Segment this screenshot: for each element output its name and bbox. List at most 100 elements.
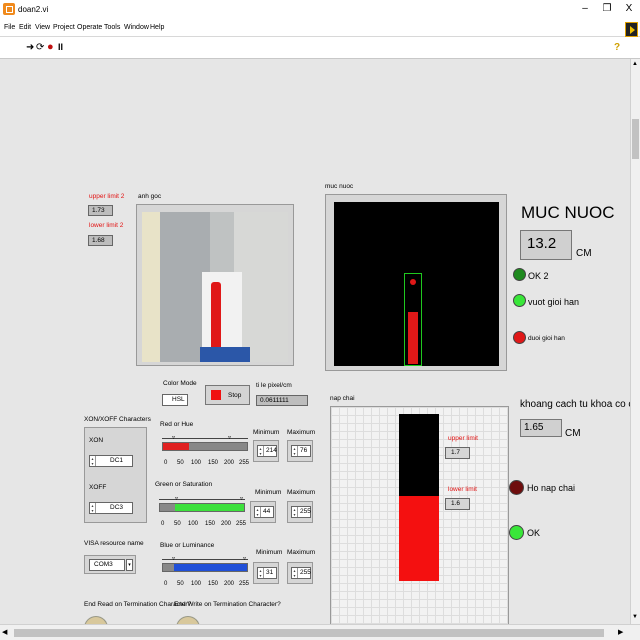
lum-tick-50: 50 bbox=[177, 581, 184, 587]
hue-min-control[interactable]: ▴ ▾ 214 bbox=[257, 445, 277, 457]
sat-max-control[interactable]: ▴ ▾ 255 bbox=[291, 506, 311, 518]
menu-edit[interactable]: Edit bbox=[19, 24, 31, 31]
bottle-shape bbox=[211, 282, 221, 357]
scroll-left-icon[interactable]: ◀ bbox=[2, 628, 7, 636]
xon-control[interactable]: ▴ ▾ DC1 bbox=[89, 455, 133, 467]
hue-max-pointer-icon[interactable]: ▿ bbox=[228, 434, 231, 441]
hue-slider[interactable]: ▿ ▿ 0 50 100 150 200 255 bbox=[160, 431, 250, 471]
sat-min-increment-icon[interactable]: ▴ ▾ bbox=[255, 507, 261, 517]
sat-max-pointer-icon[interactable]: ▿ bbox=[240, 495, 243, 502]
xon-increment-icon[interactable]: ▴ ▾ bbox=[90, 456, 96, 466]
lum-min-control[interactable]: ▴ ▾ 31 bbox=[257, 567, 277, 579]
duoi-gioi-han-led bbox=[513, 331, 526, 344]
menu-operate[interactable]: Operate bbox=[77, 24, 102, 31]
vi-icon bbox=[625, 22, 638, 37]
vertical-scroll-thumb[interactable] bbox=[632, 119, 639, 159]
sat-tick-150: 150 bbox=[205, 521, 216, 527]
hue-min-increment-icon[interactable]: ▴ ▾ bbox=[258, 446, 264, 456]
run-continuously-icon[interactable]: ⟳ bbox=[36, 42, 44, 53]
sat-slider[interactable]: ▿ ▿ 0 50 100 150 200 255 bbox=[157, 492, 247, 532]
lum-tick-255: 255 bbox=[239, 581, 250, 587]
title-bar: doan2.vi – ❐ X bbox=[0, 0, 640, 20]
sat-min-pointer-icon[interactable]: ▿ bbox=[175, 495, 178, 502]
lum-max-control[interactable]: ▴ ▾ 255 bbox=[291, 567, 311, 579]
hue-max-label: Maximum bbox=[287, 429, 316, 436]
close-button[interactable]: X bbox=[622, 3, 636, 15]
color-mode-ring[interactable]: HSL bbox=[162, 394, 188, 406]
end-read-toggle[interactable] bbox=[84, 616, 108, 624]
color-mode-label: Color Mode bbox=[163, 380, 197, 387]
hue-label: Red or Hue bbox=[160, 421, 194, 428]
ok2-label: OK 2 bbox=[528, 271, 549, 281]
sat-max-label: Maximum bbox=[287, 489, 316, 496]
ok2-led bbox=[513, 268, 526, 281]
anh-goc-label: anh goc bbox=[138, 193, 162, 200]
xoff-increment-icon[interactable]: ▴ ▾ bbox=[90, 503, 96, 513]
maximize-button[interactable]: ❐ bbox=[600, 3, 614, 15]
upper-limit-control[interactable]: 1.7 bbox=[445, 447, 470, 459]
menu-window[interactable]: Window bbox=[124, 24, 149, 31]
sat-tick-0: 0 bbox=[161, 521, 165, 527]
abort-icon[interactable]: ● bbox=[47, 41, 54, 53]
ti-le-indicator: 0.0611111 bbox=[256, 395, 308, 406]
scroll-up-icon[interactable]: ▲ bbox=[632, 61, 638, 67]
hue-max-control[interactable]: ▴ ▾ 76 bbox=[291, 445, 311, 457]
water-fill bbox=[399, 496, 439, 581]
hue-tick-0: 0 bbox=[164, 460, 168, 466]
hue-tick-150: 150 bbox=[208, 460, 219, 466]
menu-project[interactable]: Project bbox=[53, 24, 75, 31]
lum-max-box: ▴ ▾ 255 bbox=[287, 562, 313, 584]
lum-slider[interactable]: ▿ ▿ 0 50 100 150 200 255 bbox=[160, 552, 250, 592]
upper-limit-2-indicator: 1.73 bbox=[88, 205, 113, 216]
upper-limit-2-label: upper limit 2 bbox=[89, 193, 125, 200]
hue-max-increment-icon[interactable]: ▴ ▾ bbox=[292, 446, 298, 456]
vuot-gioi-han-led bbox=[513, 294, 526, 307]
pause-icon[interactable]: II bbox=[58, 42, 63, 52]
lum-max-pointer-icon[interactable]: ▿ bbox=[243, 555, 246, 562]
lum-max-increment-icon[interactable]: ▴ ▾ bbox=[292, 568, 298, 578]
horizontal-scroll-thumb[interactable] bbox=[14, 629, 604, 637]
sat-min-control[interactable]: ▴ ▾ 44 bbox=[254, 506, 274, 518]
labview-app-icon bbox=[3, 3, 15, 15]
menu-help[interactable]: Help bbox=[150, 24, 164, 31]
lum-min-pointer-icon[interactable]: ▿ bbox=[172, 555, 175, 562]
horizontal-scrollbar[interactable]: ◀ ▶ bbox=[0, 624, 640, 640]
sat-tick-100: 100 bbox=[188, 521, 199, 527]
sat-max-increment-icon[interactable]: ▴ ▾ bbox=[292, 507, 298, 517]
run-arrow-icon[interactable]: ➜ bbox=[26, 42, 34, 53]
menu-tools[interactable]: Tools bbox=[104, 24, 120, 31]
context-help-icon[interactable]: ? bbox=[614, 42, 620, 53]
lum-tick-200: 200 bbox=[224, 581, 235, 587]
vertical-scrollbar[interactable]: ▲ ▼ bbox=[630, 59, 640, 624]
lower-limit-label: lower limit bbox=[448, 486, 477, 493]
lower-limit-2-label: lower limit 2 bbox=[89, 222, 124, 229]
menu-file[interactable]: File bbox=[4, 24, 15, 31]
toolbar: ➜ ⟳ ● II ? bbox=[0, 37, 640, 59]
ok-label: OK bbox=[527, 528, 541, 538]
minimize-button[interactable]: – bbox=[578, 3, 592, 15]
lower-limit-2-indicator: 1.68 bbox=[88, 235, 113, 246]
sat-fill bbox=[175, 504, 244, 511]
lum-tick-0: 0 bbox=[164, 581, 168, 587]
hue-min-label: Minimum bbox=[253, 429, 280, 436]
visa-resource-control[interactable]: COM3 bbox=[89, 559, 125, 571]
end-write-toggle[interactable] bbox=[176, 616, 200, 624]
muc-nuoc-heading: MUC NUOC bbox=[521, 203, 615, 222]
xon-xoff-label: XON/XOFF Characters bbox=[84, 416, 151, 423]
sat-min-box: ▴ ▾ 44 bbox=[250, 501, 276, 523]
muc-nuoc-image-display bbox=[325, 194, 507, 371]
ho-nap-chai-label: Ho nap chai bbox=[527, 483, 576, 493]
khoang-cach-value: 1.65 bbox=[520, 419, 562, 437]
lower-limit-control[interactable]: 1.6 bbox=[445, 498, 470, 510]
xoff-control[interactable]: ▴ ▾ DC3 bbox=[89, 502, 133, 514]
sat-tick-50: 50 bbox=[174, 521, 181, 527]
hue-min-pointer-icon[interactable]: ▿ bbox=[172, 434, 175, 441]
hue-max-box: ▴ ▾ 76 bbox=[287, 440, 313, 462]
visa-dropdown-icon[interactable]: ▾ bbox=[126, 559, 133, 571]
scroll-down-icon[interactable]: ▼ bbox=[632, 614, 638, 620]
stop-button[interactable]: Stop bbox=[205, 385, 250, 405]
menu-view[interactable]: View bbox=[35, 24, 50, 31]
window-title: doan2.vi bbox=[18, 5, 49, 14]
scroll-right-icon[interactable]: ▶ bbox=[618, 628, 623, 636]
lum-min-increment-icon[interactable]: ▴ ▾ bbox=[258, 568, 264, 578]
